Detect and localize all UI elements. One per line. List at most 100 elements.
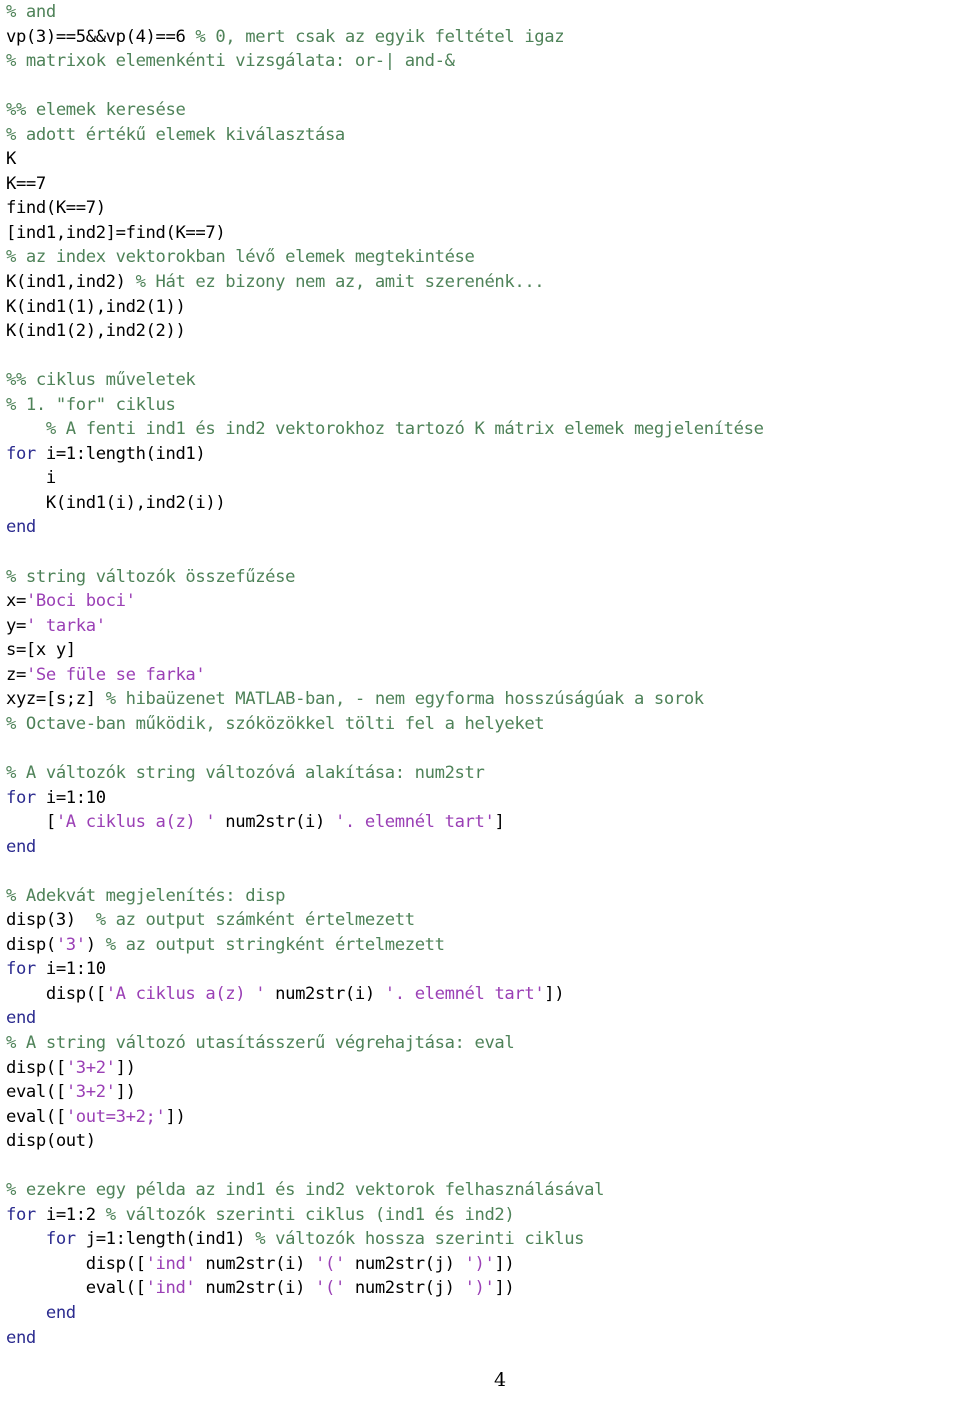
code-line: % A fenti ind1 és ind2 vektorokhoz tarto…	[6, 417, 960, 442]
code-line: % ezekre egy példa az ind1 és ind2 vekto…	[6, 1178, 960, 1203]
code-token-plain: K	[6, 149, 16, 170]
code-token-string: '3+2'	[65, 1057, 116, 1078]
code-token-comment: % Octave-ban működik, szóközökkel tölti …	[6, 713, 545, 734]
code-line: disp(['3+2'])	[6, 1056, 960, 1081]
code-line: % string változók összefűzése	[6, 565, 960, 590]
code-line: K(ind1,ind2) % Hát ez bizony nem az, ami…	[6, 270, 960, 295]
code-line: %% elemek keresése	[6, 98, 960, 123]
code-token-plain: z=	[6, 664, 26, 685]
code-line: % matrixok elemenkénti vizsgálata: or-| …	[6, 49, 960, 74]
code-token-comment: % 0, mert csak az egyik feltétel igaz	[195, 26, 565, 47]
code-line: for i=1:10	[6, 786, 960, 811]
code-token-plain: find(K==7)	[6, 198, 106, 219]
code-token-string: 'A ciklus a(z) '	[105, 983, 266, 1004]
code-token-string: 'out=3+2;'	[65, 1106, 166, 1127]
code-token-comment: % A fenti ind1 és ind2 vektorokhoz tarto…	[6, 419, 764, 440]
code-line: find(K==7)	[6, 196, 960, 221]
code-token-comment: % A string változó utasításszerű végreha…	[6, 1032, 515, 1053]
code-token-comment: %% ciklus műveletek	[6, 370, 196, 391]
code-token-plain: ])	[115, 1082, 136, 1103]
code-token-keyword: end	[6, 836, 36, 857]
code-token-comment: % and	[6, 2, 56, 22]
code-token-comment: %% elemek keresése	[6, 100, 186, 121]
code-token-comment: % változók szerinti ciklus (ind1 és ind2…	[105, 1204, 515, 1225]
code-token-plain: i=1:2	[35, 1204, 106, 1225]
code-token-plain: num2str(i)	[265, 983, 385, 1004]
code-line: i	[6, 466, 960, 491]
code-token-plain: K(ind1(i),ind2(i))	[6, 492, 226, 513]
code-line: % and	[6, 0, 960, 25]
code-line: disp(3) % az output számként értelmezett	[6, 908, 960, 933]
code-token-plain: i=1:length(ind1)	[35, 443, 206, 464]
code-line: for i=1:2 % változók szerinti ciklus (in…	[6, 1203, 960, 1228]
code-token-keyword: for	[6, 1204, 36, 1225]
code-token-keyword: end	[6, 517, 36, 538]
code-token-keyword: for	[6, 443, 36, 464]
code-token-plain: s=[x y]	[6, 640, 76, 661]
code-line: end	[6, 1326, 960, 1351]
code-token-plain: vp(3)==5&&vp(4)==6	[6, 26, 196, 47]
code-token-plain: num2str(i)	[195, 1278, 316, 1299]
code-line: disp(out)	[6, 1129, 960, 1154]
code-token-comment: % hibaüzenet MATLAB-ban, - nem egyforma …	[105, 689, 704, 710]
code-token-string: '3'	[55, 934, 86, 955]
code-token-comment: % adott értékű elemek kiválasztása	[6, 124, 345, 145]
code-token-plain: ])	[115, 1057, 136, 1078]
code-token-string: '('	[315, 1278, 345, 1299]
code-token-plain: eval([	[6, 1082, 66, 1103]
code-line: eval(['3+2'])	[6, 1080, 960, 1105]
code-line: % 1. "for" ciklus	[6, 393, 960, 418]
code-line: disp(['A ciklus a(z) ' num2str(i) '. ele…	[6, 982, 960, 1007]
code-token-string: 'ind'	[145, 1253, 196, 1274]
code-token-plain: ]	[494, 812, 505, 833]
code-token-plain: eval([	[6, 1106, 66, 1127]
code-line: %% ciklus műveletek	[6, 368, 960, 393]
code-token-comment: % az index vektorokban lévő elemek megte…	[6, 247, 475, 268]
code-token-plain: num2str(j)	[344, 1253, 465, 1274]
code-token-plain: x=	[6, 591, 26, 612]
code-line: % Adekvát megjelenítés: disp	[6, 884, 960, 909]
code-token-string: '('	[315, 1253, 345, 1274]
code-token-string: '. elemnél tart'	[334, 812, 495, 833]
page-number: 4	[493, 1369, 507, 1391]
code-token-plain: num2str(i)	[195, 1253, 316, 1274]
code-token-plain: i=1:10	[35, 787, 106, 808]
code-token-string: 'Boci boci'	[25, 591, 136, 612]
code-token-plain: ])	[544, 983, 565, 1004]
code-line: for i=1:length(ind1)	[6, 442, 960, 467]
code-token-plain: [	[6, 812, 56, 833]
code-token-comment: % ezekre egy példa az ind1 és ind2 vekto…	[6, 1180, 605, 1201]
code-line: K(ind1(1),ind2(1))	[6, 295, 960, 320]
code-token-string: '. elemnél tart'	[384, 983, 545, 1004]
code-line: eval(['out=3+2;'])	[6, 1105, 960, 1130]
code-token-keyword: for	[45, 1229, 76, 1250]
code-line: ['A ciklus a(z) ' num2str(i) '. elemnél …	[6, 810, 960, 835]
code-line: K(ind1(i),ind2(i))	[6, 491, 960, 516]
code-token-string: 'ind'	[145, 1278, 196, 1299]
code-line: xyz=[s;z] % hibaüzenet MATLAB-ban, - nem…	[6, 687, 960, 712]
code-token-plain: disp(3)	[6, 910, 96, 931]
code-line: % A string változó utasításszerű végreha…	[6, 1031, 960, 1056]
code-token-comment: % az output stringként értelmezett	[105, 934, 445, 955]
code-listing: % and vp(3)==5&&vp(4)==6 % 0, mert csak a…	[6, 0, 960, 1350]
code-token-keyword: end	[45, 1302, 76, 1323]
code-token-plain: xyz=[s;z]	[6, 689, 106, 710]
code-token-plain: )	[85, 934, 106, 955]
code-token-plain: eval([	[6, 1278, 146, 1299]
code-token-plain: j=1:length(ind1)	[75, 1229, 256, 1250]
code-line: K	[6, 147, 960, 172]
code-token-string: 'A ciklus a(z) '	[55, 812, 216, 833]
code-token-plain: disp([	[6, 983, 106, 1004]
code-token-keyword: for	[6, 959, 36, 980]
code-line: x='Boci boci'	[6, 589, 960, 614]
code-line: s=[x y]	[6, 638, 960, 663]
code-token-comment: % string változók összefűzése	[6, 566, 296, 587]
code-token-plain: K(ind1,ind2)	[6, 272, 136, 293]
code-line: K(ind1(2),ind2(2))	[6, 319, 960, 344]
code-token-comment: % matrixok elemenkénti vizsgálata: or-| …	[6, 51, 455, 72]
